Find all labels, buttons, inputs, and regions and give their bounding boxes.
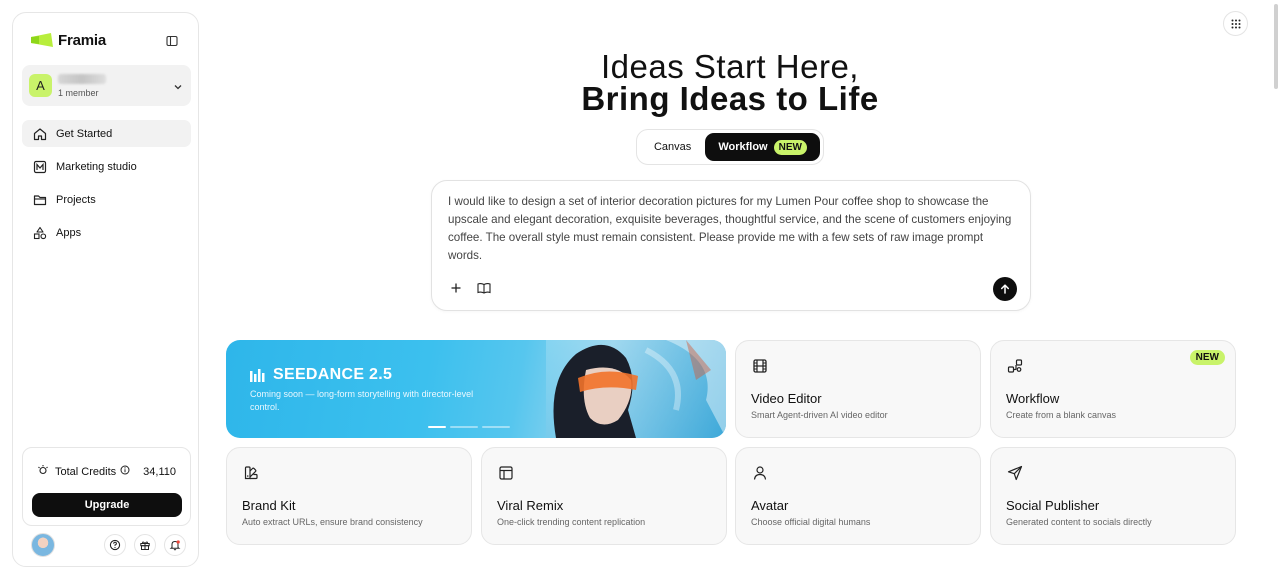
arrow-up-icon [1000, 284, 1010, 294]
workspace-avatar: A [29, 74, 52, 97]
sidebar-item-label: Projects [56, 193, 96, 206]
hero-line-2: Bring Ideas to Life [581, 80, 879, 117]
sidebar-item-projects[interactable]: Projects [22, 186, 191, 213]
card-social-publisher[interactable]: Social Publisher Generated content to so… [990, 447, 1236, 545]
card-title: Brand Kit [242, 498, 296, 513]
prompt-text[interactable]: I would like to design a set of interior… [448, 193, 1018, 265]
card-title: Video Editor [751, 391, 822, 406]
workspace-info: 1 member [58, 73, 106, 98]
credits-value: 34,110 [143, 465, 176, 478]
upgrade-button[interactable]: Upgrade [32, 493, 182, 517]
hero-heading: Ideas Start Here, Bring Ideas to Life [430, 48, 1030, 117]
footer-icons [104, 534, 186, 556]
card-video-editor[interactable]: Video Editor Smart Agent-driven AI video… [735, 340, 981, 438]
user-icon [751, 464, 769, 482]
card-title: Workflow [1006, 391, 1060, 406]
mode-workflow-button[interactable]: Workflow NEW [705, 133, 820, 161]
card-subtitle: Create from a blank canvas [1006, 410, 1117, 420]
sidebar-nav: Get Started Marketing studio Projects Ap… [22, 120, 191, 252]
card-subtitle: Smart Agent-driven AI video editor [751, 410, 888, 420]
prompt-actions [448, 280, 492, 296]
card-subtitle: One-click trending content replication [497, 517, 646, 527]
folder-icon [32, 192, 47, 207]
seedance-bars-icon [250, 369, 265, 382]
sidebar-item-apps[interactable]: Apps [22, 219, 191, 246]
help-icon[interactable] [104, 534, 126, 556]
home-icon [32, 126, 47, 141]
mode-toggle: Canvas Workflow NEW [636, 129, 824, 165]
layout-icon [497, 464, 515, 482]
send-icon [1006, 464, 1024, 482]
new-badge: NEW [773, 139, 807, 155]
workspace-name-redacted [58, 73, 106, 84]
workspace-switcher[interactable]: A 1 member [22, 65, 191, 106]
sidebar: Framia A 1 member Get Started Marketing … [12, 12, 199, 567]
seedance-banner[interactable]: SEEDANCE 2.5 Coming soon — long-form sto… [226, 340, 726, 438]
card-title: Social Publisher [1006, 498, 1100, 513]
credits-icon [37, 464, 49, 479]
notification-bell-icon[interactable] [164, 534, 186, 556]
banner-description: Coming soon — long-form storytelling wit… [250, 389, 474, 412]
sidebar-footer [31, 532, 186, 558]
carousel-dot[interactable] [482, 426, 510, 428]
marketing-icon [32, 159, 47, 174]
gift-icon[interactable] [134, 534, 156, 556]
credits-row: Total Credits 34,110 [37, 464, 176, 479]
banner-title-text: SEEDANCE 2.5 [273, 366, 393, 383]
info-icon[interactable] [120, 465, 130, 478]
brand-name: Framia [58, 31, 106, 49]
sidebar-item-label: Marketing studio [56, 160, 137, 173]
card-workflow[interactable]: NEW Workflow Create from a blank canvas [990, 340, 1236, 438]
framia-logo-icon [31, 33, 53, 47]
mode-canvas-button[interactable]: Canvas [640, 133, 705, 161]
collapse-sidebar-icon[interactable] [164, 33, 180, 49]
card-avatar[interactable]: Avatar Choose official digital humans [735, 447, 981, 545]
banner-portrait-image [546, 340, 726, 438]
apps-icon [32, 225, 47, 240]
film-icon [751, 357, 769, 375]
credits-label: Total Credits [55, 465, 117, 478]
add-icon[interactable] [448, 280, 464, 296]
card-viral-remix[interactable]: Viral Remix One-click trending content r… [481, 447, 727, 545]
card-subtitle: Choose official digital humans [751, 517, 871, 527]
apps-grid-icon[interactable] [1223, 11, 1248, 36]
card-brand-kit[interactable]: Brand Kit Auto extract URLs, ensure bran… [226, 447, 472, 545]
mode-workflow-label: Workflow [718, 141, 768, 153]
card-title: Viral Remix [497, 498, 564, 513]
logo-row: Framia [31, 27, 188, 53]
carousel-dot[interactable] [450, 426, 478, 428]
app-root: Framia A 1 member Get Started Marketing … [0, 0, 1280, 579]
book-icon[interactable] [476, 280, 492, 296]
workspace-members: 1 member [58, 87, 99, 98]
sidebar-item-label: Apps [56, 226, 82, 239]
send-button[interactable] [993, 277, 1017, 301]
card-subtitle: Generated content to socials directly [1006, 517, 1152, 527]
user-avatar[interactable] [31, 533, 55, 557]
workflow-icon [1006, 357, 1024, 375]
sidebar-item-label: Get Started [56, 127, 113, 140]
chevron-down-icon [173, 79, 183, 97]
sidebar-item-get-started[interactable]: Get Started [22, 120, 191, 147]
banner-carousel-dots [428, 426, 510, 428]
banner-title: SEEDANCE 2.5 [250, 366, 392, 384]
page-scrollbar[interactable] [1272, 0, 1280, 579]
new-badge: NEW [1189, 350, 1225, 365]
prompt-input-box[interactable]: I would like to design a set of interior… [431, 180, 1031, 311]
card-subtitle: Auto extract URLs, ensure brand consiste… [242, 517, 423, 527]
card-title: Avatar [751, 498, 789, 513]
brand-kit-icon [242, 464, 260, 482]
sidebar-item-marketing-studio[interactable]: Marketing studio [22, 153, 191, 180]
scrollbar-thumb[interactable] [1274, 4, 1278, 89]
credits-card: Total Credits 34,110 Upgrade [22, 447, 191, 526]
carousel-dot[interactable] [428, 426, 446, 428]
hero-line-1: Ideas Start Here, [601, 48, 859, 85]
